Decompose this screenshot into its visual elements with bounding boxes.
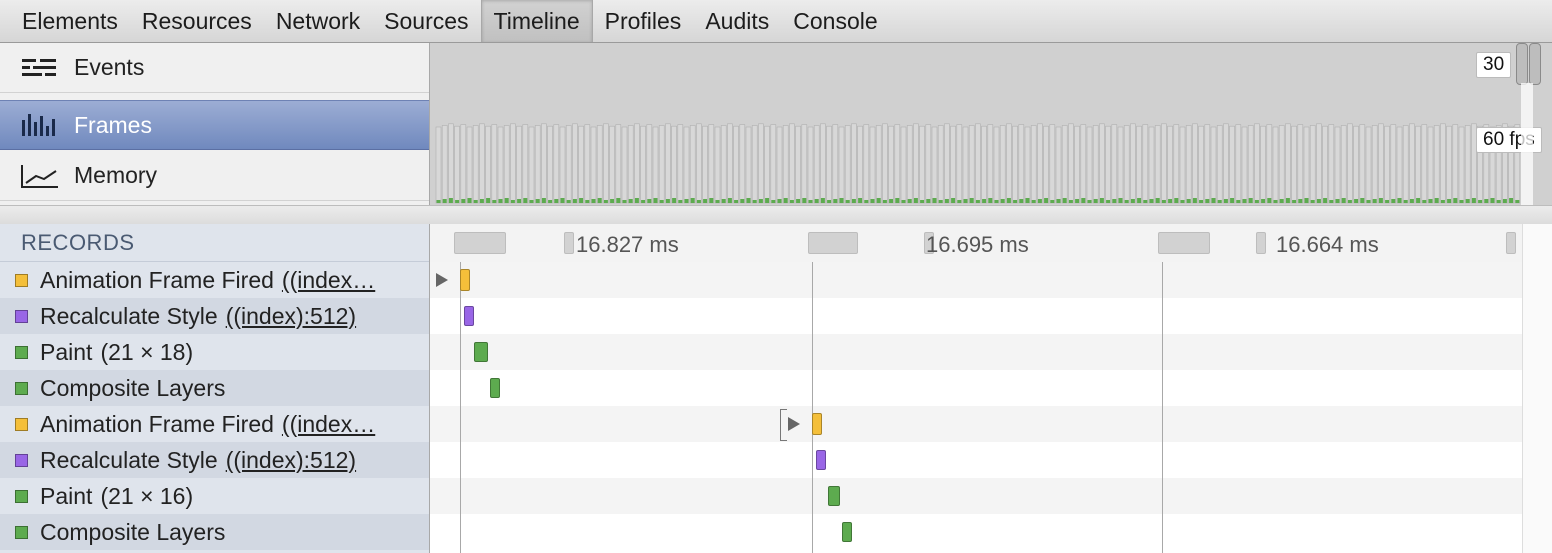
record-title: Recalculate Style [40, 302, 218, 329]
overview-item-label: Frames [74, 111, 152, 138]
devtools-toolbar: Elements Resources Network Sources Timel… [0, 0, 1552, 43]
frame-divider-line [1162, 262, 1163, 553]
record-bar-painting[interactable] [828, 486, 840, 506]
tab-audits[interactable]: Audits [693, 0, 781, 42]
frame-box[interactable] [1158, 232, 1210, 254]
record-bar-painting[interactable] [490, 378, 500, 398]
record-row[interactable]: Animation Frame Fired ((index… [0, 262, 429, 298]
painting-category-icon [15, 345, 28, 359]
overview-item-label: Memory [74, 162, 158, 188]
grid-row [430, 514, 1522, 550]
frame-duration-label: 16.664 ms [1276, 232, 1379, 257]
record-row[interactable]: Paint (21 × 18) [0, 334, 429, 370]
window-resizer-right[interactable] [1529, 43, 1541, 85]
frame-box[interactable] [454, 232, 506, 254]
expand-arrow-icon[interactable] [436, 273, 448, 287]
fps-30-label: 30 [1476, 52, 1512, 78]
record-title: Composite Layers [40, 374, 226, 401]
frame-divider-line [460, 262, 461, 553]
grid-row [430, 370, 1522, 406]
overview-item-events[interactable]: Events [0, 43, 429, 93]
overview-item-memory[interactable]: Memory [0, 151, 429, 201]
window-resizer-left[interactable] [1516, 43, 1528, 85]
record-detail: (21 × 18) [100, 338, 194, 365]
frames-icon [22, 114, 55, 136]
records-sidebar: RECORDS Animation Frame Fired ((index… R… [0, 224, 430, 553]
record-source-link[interactable]: ((index):512) [226, 303, 356, 330]
pane-splitter[interactable] [0, 205, 1552, 225]
record-detail: (21 × 16) [100, 482, 194, 509]
frame-duration-label: 16.695 ms [926, 232, 1029, 257]
overview-item-label: Events [74, 54, 145, 80]
events-icon [22, 58, 56, 76]
grid-row [430, 262, 1522, 298]
record-title: Animation Frame Fired [40, 410, 274, 437]
tab-elements[interactable]: Elements [0, 0, 130, 42]
record-bar-painting[interactable] [842, 522, 852, 542]
record-bar-script[interactable] [460, 269, 470, 291]
rendering-category-icon [15, 453, 28, 467]
frame-divider-line [812, 262, 813, 553]
timeline-grid[interactable]: 16.827 ms 16.695 ms 16.664 ms [430, 224, 1552, 553]
record-row[interactable]: Animation Frame Fired ((index… [0, 406, 429, 442]
painting-category-icon [15, 525, 28, 539]
record-title: Recalculate Style [40, 446, 218, 473]
frame-dividers-header: 16.827 ms 16.695 ms 16.664 ms [430, 224, 1522, 263]
record-bar-rendering[interactable] [816, 450, 826, 470]
memory-icon [21, 164, 58, 188]
painting-category-icon [15, 381, 28, 395]
grid-row [430, 442, 1522, 478]
frame-box[interactable] [1256, 232, 1266, 254]
record-row[interactable]: Recalculate Style ((index):512) [0, 442, 429, 478]
record-bar-painting[interactable] [474, 342, 488, 362]
expand-arrow-icon[interactable] [788, 417, 800, 431]
frames-overview[interactable]: 30 60 fps [430, 43, 1552, 205]
tab-timeline[interactable]: Timeline [480, 0, 593, 42]
frame-box[interactable] [1506, 232, 1516, 254]
record-source-link[interactable]: ((index… [282, 411, 375, 438]
record-row[interactable]: Recalculate Style ((index):512) [0, 298, 429, 334]
record-source-link[interactable]: ((index… [282, 267, 375, 294]
record-row[interactable]: Composite Layers [0, 514, 429, 550]
record-title: Paint [40, 482, 93, 509]
frame-box[interactable] [808, 232, 858, 254]
overview-nav: Events Frames Memory [0, 43, 430, 205]
grid-row [430, 478, 1522, 514]
frames-bars [435, 123, 1521, 204]
record-bar-script[interactable] [812, 413, 822, 435]
tab-profiles[interactable]: Profiles [593, 0, 694, 42]
records-header: RECORDS [0, 224, 429, 262]
frame-box[interactable] [564, 232, 574, 254]
grid-row [430, 406, 1522, 442]
record-title: Animation Frame Fired [40, 266, 274, 293]
window-selection[interactable] [1521, 83, 1533, 205]
record-bar-rendering[interactable] [464, 306, 474, 326]
record-row[interactable]: Paint (21 × 16) [0, 478, 429, 514]
tab-network[interactable]: Network [264, 0, 372, 42]
tab-resources[interactable]: Resources [130, 0, 264, 42]
tab-console[interactable]: Console [781, 0, 889, 42]
painting-category-icon [15, 489, 28, 503]
grid-row [430, 334, 1522, 370]
rendering-category-icon [15, 309, 28, 323]
script-category-icon [15, 417, 28, 431]
record-title: Composite Layers [40, 518, 226, 545]
script-category-icon [15, 273, 28, 287]
record-row[interactable]: Composite Layers [0, 370, 429, 406]
vertical-scrollbar[interactable] [1522, 224, 1552, 553]
record-bracket [780, 409, 787, 441]
record-title: Paint [40, 338, 93, 365]
overview-item-frames[interactable]: Frames [0, 100, 429, 150]
tab-sources[interactable]: Sources [372, 0, 480, 42]
grid-row [430, 298, 1522, 334]
frame-duration-label: 16.827 ms [576, 232, 679, 257]
record-source-link[interactable]: ((index):512) [226, 447, 356, 474]
